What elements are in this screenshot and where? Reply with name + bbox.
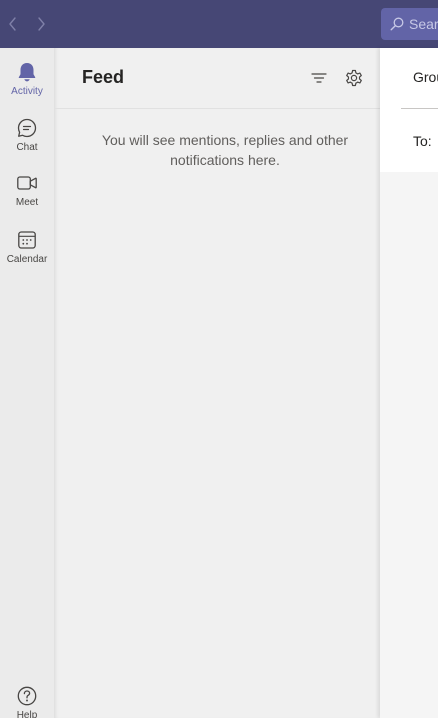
search-box[interactable] (381, 8, 438, 40)
video-camera-icon (15, 171, 39, 195)
title-bar (0, 0, 438, 48)
forward-button[interactable] (29, 12, 53, 36)
back-button[interactable] (1, 12, 25, 36)
rail-item-label: Help (16, 710, 38, 718)
compose-header: Grou To: (380, 48, 438, 172)
filter-icon (311, 73, 327, 83)
rail-item-meet[interactable]: Meet (0, 163, 54, 217)
settings-button[interactable] (342, 66, 366, 90)
activity-feed-panel: Feed You will see mentions, replies and … (54, 48, 381, 718)
group-name-label[interactable]: Grou (413, 69, 438, 85)
help-icon (15, 684, 39, 708)
page-title: Feed (82, 67, 125, 87)
rail-item-activity[interactable]: Activity (0, 52, 54, 106)
bell-icon (15, 60, 39, 84)
chevron-left-icon (9, 17, 16, 31)
chat-icon (15, 116, 39, 140)
rail-item-label: Chat (16, 142, 38, 153)
to-field-label: To: (413, 133, 432, 149)
rail-item-label: Meet (15, 197, 39, 208)
filter-button[interactable] (308, 67, 330, 89)
rail-item-help[interactable]: Help (0, 676, 54, 718)
divider (401, 108, 438, 109)
search-input[interactable] (409, 16, 438, 32)
app-rail: Activity Chat Meet Calendar Help (0, 48, 54, 718)
rail-item-label: Calendar (6, 254, 48, 265)
calendar-icon (15, 228, 39, 252)
teams-window: Activity Chat Meet (0, 0, 438, 718)
compose-pane: Grou To: (380, 48, 438, 718)
empty-feed-message: You will see mentions, replies and other… (101, 132, 349, 168)
search-icon (390, 17, 404, 31)
feed-header: Feed (55, 48, 381, 109)
rail-item-chat[interactable]: Chat (0, 108, 54, 162)
gear-icon (346, 69, 362, 87)
rail-item-label: Activity (11, 86, 43, 97)
rail-item-calendar[interactable]: Calendar (0, 220, 54, 274)
chevron-right-icon (38, 17, 45, 31)
